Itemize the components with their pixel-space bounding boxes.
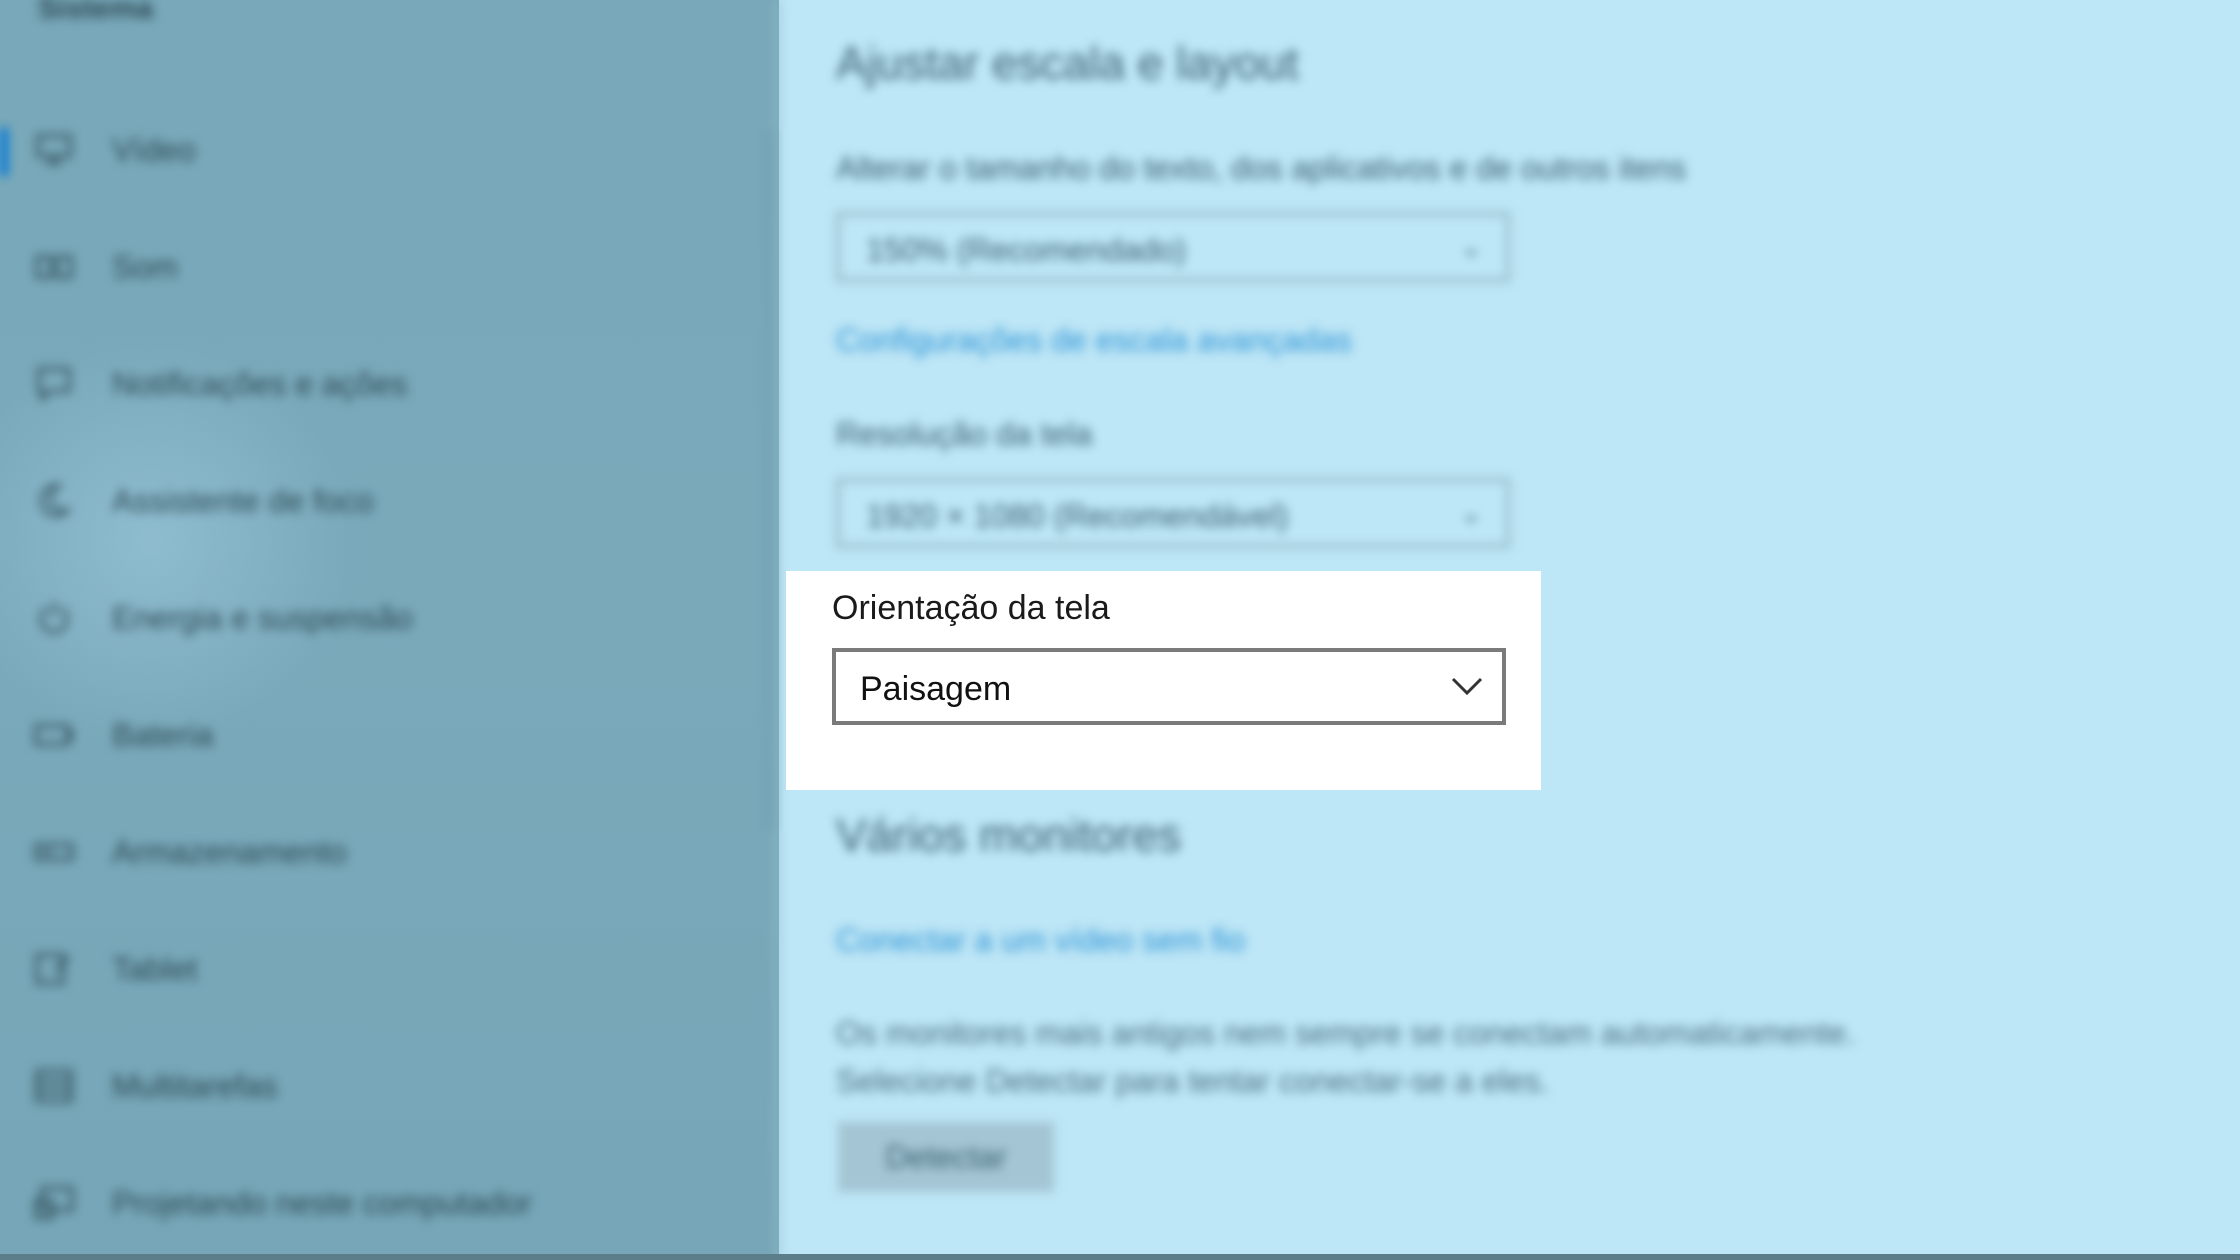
- chevron-down-icon: [1451, 677, 1483, 696]
- sidebar-item-label: Energia e suspensão: [112, 600, 413, 636]
- chevron-down-icon: ⌄: [1460, 498, 1482, 528]
- scale-dropdown[interactable]: 150% (Recomendado) ⌄: [836, 212, 1510, 282]
- sidebar-item-tablet[interactable]: Tablet: [0, 929, 779, 1009]
- speaker-icon: [34, 247, 74, 287]
- sidebar-item-label: Notificações e ações: [112, 366, 408, 402]
- detect-button[interactable]: Detectar: [838, 1122, 1054, 1192]
- sidebar-item-power-sleep[interactable]: Energia e suspensão: [0, 578, 779, 658]
- sidebar-item-label: Vídeo: [112, 132, 196, 168]
- sidebar-item-label: Som: [112, 249, 178, 285]
- scale-section-title: Ajustar escala e layout: [836, 37, 1299, 89]
- resolution-dropdown[interactable]: 1920 × 1080 (Recomendável) ⌄: [836, 478, 1510, 548]
- bottom-edge: [0, 1254, 2240, 1260]
- battery-icon: [34, 715, 74, 755]
- orientation-dropdown[interactable]: Paisagem: [832, 648, 1506, 725]
- moon-icon: [34, 481, 74, 521]
- sidebar-item-projecting[interactable]: Projetando neste computador: [0, 1163, 779, 1243]
- scale-caption: Alterar o tamanho do texto, dos aplicati…: [836, 150, 1687, 186]
- sidebar-item-multitasking[interactable]: Multitarefas: [0, 1046, 779, 1126]
- notification-icon: [34, 364, 74, 404]
- orientation-caption: Orientação da tela: [832, 589, 1110, 627]
- sidebar-item-label: Bateria: [112, 717, 214, 753]
- sidebar-item-video[interactable]: Vídeo: [0, 110, 779, 190]
- monitor-icon: [34, 130, 74, 170]
- sidebar-header: Sistema: [38, 0, 154, 25]
- orientation-spotlight: Orientação da tela Paisagem: [786, 571, 1541, 790]
- sidebar-item-label: Multitarefas: [112, 1068, 278, 1104]
- projector-icon: [34, 1183, 74, 1223]
- monitors-note: Os monitores mais antigos nem sempre se …: [836, 1009, 2036, 1105]
- resolution-dropdown-value: 1920 × 1080 (Recomendável): [866, 498, 1289, 534]
- sidebar-item-focus-assist[interactable]: Assistente de foco: [0, 461, 779, 541]
- power-icon: [34, 598, 74, 638]
- monitors-section-title: Vários monitores: [836, 809, 1182, 861]
- sidebar-item-storage[interactable]: Armazenamento: [0, 812, 779, 892]
- sidebar-item-label: Assistente de foco: [112, 483, 374, 519]
- advanced-scale-link[interactable]: Configurações de escala avançadas: [836, 322, 1352, 359]
- sidebar-item-sound[interactable]: Som: [0, 227, 779, 307]
- sidebar-item-label: Tablet: [112, 951, 198, 987]
- sidebar-item-notifications[interactable]: Notificações e ações: [0, 344, 779, 424]
- sidebar-content: Sistema Vídeo Som Notificações e ações A…: [0, 0, 779, 1260]
- sidebar-item-label: Projetando neste computador: [112, 1185, 532, 1221]
- monitors-note-line1: Os monitores mais antigos nem sempre se …: [836, 1015, 1856, 1051]
- orientation-dropdown-value: Paisagem: [860, 670, 1012, 708]
- monitors-note-line2: Selecione Detectar para tentar conectar-…: [836, 1063, 1550, 1099]
- scale-dropdown-value: 150% (Recomendado): [866, 232, 1187, 268]
- selected-indicator: [0, 128, 8, 176]
- sidebar-item-battery[interactable]: Bateria: [0, 695, 779, 775]
- sidebar-scrollbar[interactable]: [767, 130, 773, 830]
- resolution-caption: Resolução da tela: [836, 416, 1093, 452]
- sidebar-item-label: Armazenamento: [112, 834, 347, 870]
- sidebar: Sistema Vídeo Som Notificações e ações A…: [0, 0, 779, 1260]
- multitask-icon: [34, 1066, 74, 1106]
- tablet-icon: [34, 949, 74, 989]
- storage-icon: [34, 832, 74, 872]
- chevron-down-icon: ⌄: [1460, 232, 1482, 262]
- wireless-display-link[interactable]: Conectar a um vídeo sem fio: [836, 922, 1245, 959]
